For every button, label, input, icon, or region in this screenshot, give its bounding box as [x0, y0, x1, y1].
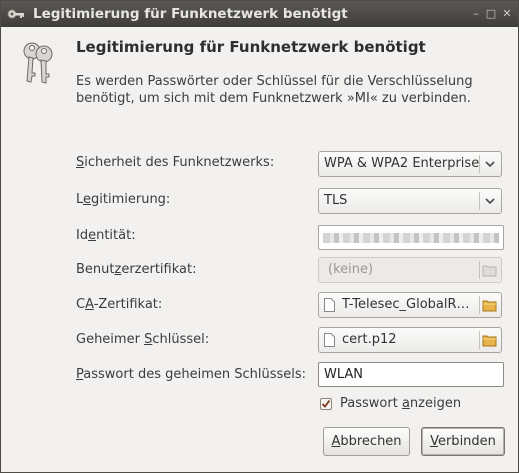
show-password-label[interactable]: Passwort anzeigen	[340, 396, 461, 411]
key-password-value: WLAN	[324, 367, 364, 382]
identity-input[interactable]	[318, 225, 504, 250]
auth-dialog-window: Legitimierung für Funknetzwerk benötigt …	[0, 0, 519, 473]
chooser-separator	[479, 331, 480, 349]
folder-icon	[482, 335, 497, 347]
key-icon	[7, 9, 24, 19]
user-cert-label: Benutzerzertifikat:	[76, 262, 197, 277]
chooser-separator	[479, 296, 480, 314]
document-icon	[324, 333, 335, 347]
minimize-button[interactable]: –	[469, 7, 483, 21]
chevron-down-icon	[485, 198, 495, 205]
show-password-checkbox[interactable]	[320, 398, 332, 410]
dialog-heading: Legitimierung für Funknetzwerk benötigt	[76, 38, 426, 56]
close-button[interactable]: ✕	[500, 7, 514, 21]
window-title: Legitimierung für Funknetzwerk benötigt	[33, 6, 348, 22]
dialog-description: Es werden Passwörter oder Schlüssel für …	[76, 74, 473, 106]
auth-combo[interactable]: TLS	[318, 188, 502, 214]
private-key-chooser[interactable]: cert.p12	[318, 327, 502, 353]
ca-cert-value: T-Telesec_GlobalR…	[342, 297, 470, 312]
combo-separator	[479, 155, 480, 173]
ca-cert-chooser[interactable]: T-Telesec_GlobalR…	[318, 292, 502, 318]
user-cert-chooser[interactable]: (keine)	[318, 257, 502, 283]
maximize-button[interactable]: □	[484, 7, 498, 21]
cancel-button[interactable]: Abbrechen	[323, 427, 410, 456]
checkmark-icon	[321, 399, 331, 408]
private-key-label: Geheimer Schlüssel:	[76, 332, 210, 347]
document-icon	[324, 298, 335, 312]
auth-value: TLS	[324, 193, 348, 208]
security-combo[interactable]: WPA & WPA2 Enterprise	[318, 151, 502, 177]
key-password-input[interactable]: WLAN	[318, 362, 504, 387]
redacted-identity	[323, 233, 499, 243]
ca-cert-label: CA-Zertifikat:	[76, 297, 163, 312]
private-key-value: cert.p12	[342, 332, 397, 347]
user-cert-value: (keine)	[328, 262, 374, 277]
security-label: Sicherheit des Funknetzwerks:	[76, 155, 275, 170]
folder-icon	[482, 300, 497, 312]
auth-label: Legitimierung:	[76, 192, 171, 207]
chooser-separator	[479, 261, 480, 279]
folder-icon	[482, 265, 497, 277]
identity-label: Identität:	[76, 228, 136, 243]
key-password-label: Passwort des geheimen Schlüssels:	[76, 367, 307, 382]
keys-icon	[23, 42, 53, 84]
connect-button[interactable]: Verbinden	[421, 427, 505, 456]
title-bar[interactable]: Legitimierung für Funknetzwerk benötigt …	[1, 1, 518, 27]
chevron-down-icon	[485, 161, 495, 168]
combo-separator	[479, 192, 480, 210]
security-value: WPA & WPA2 Enterprise	[324, 156, 480, 171]
